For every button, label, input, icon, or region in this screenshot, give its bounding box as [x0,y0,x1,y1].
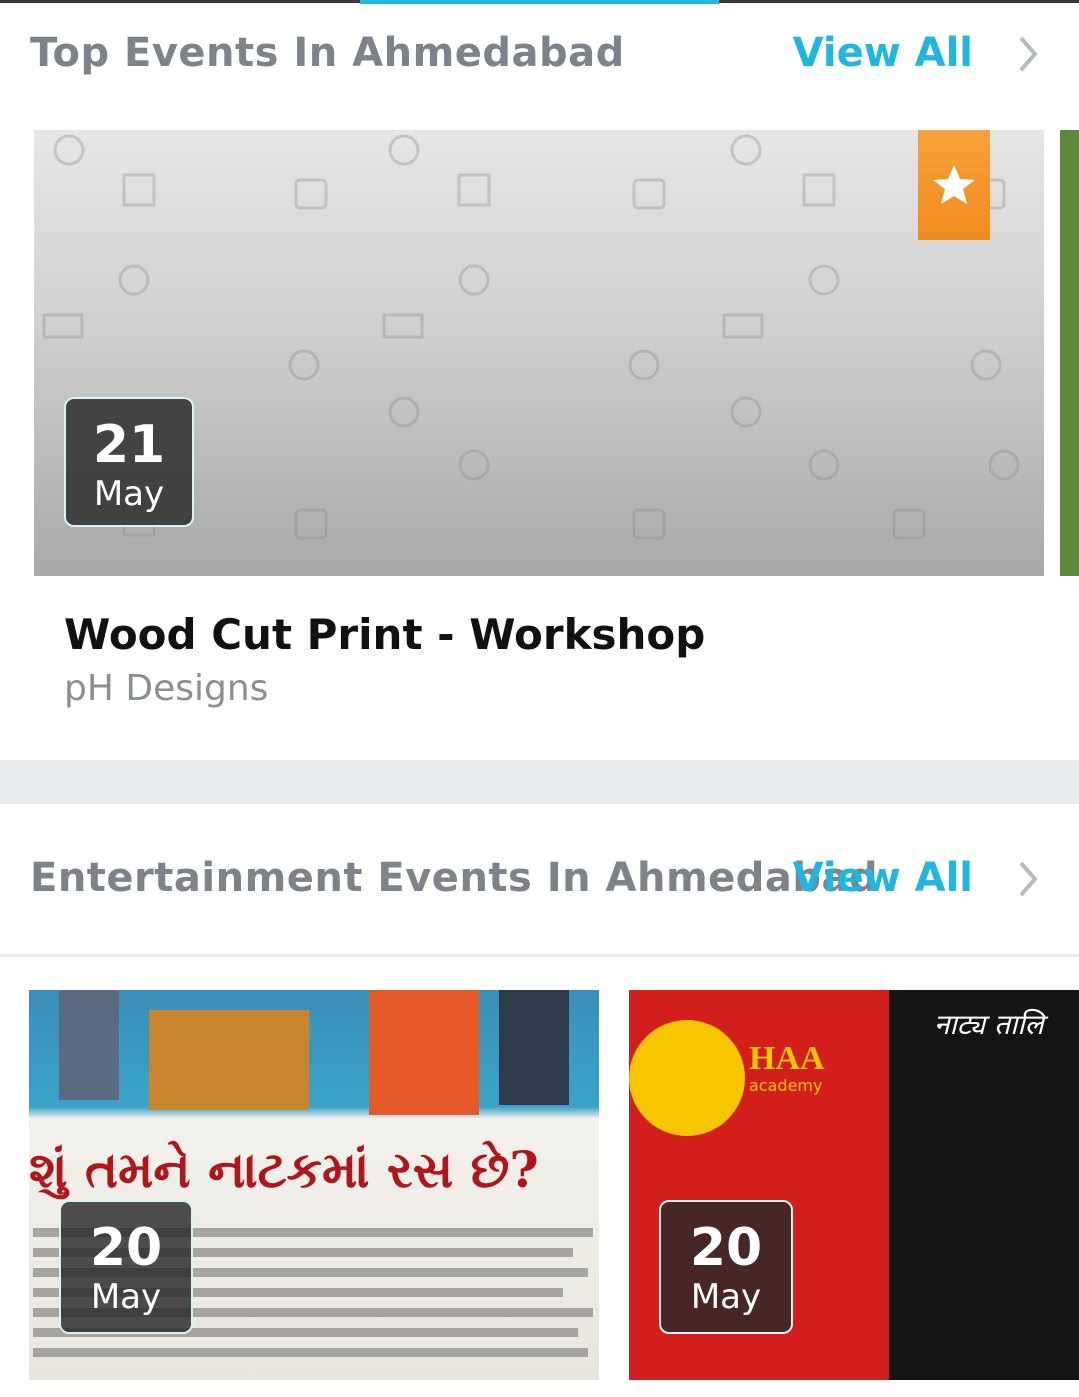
header-divider [0,954,1079,957]
figure-legs [499,990,569,1105]
entertainment-events-view-all-link[interactable]: View All [793,855,973,901]
entertainment-events-title: Entertainment Events In Ahmedabad [30,855,879,901]
date-month: May [90,1277,162,1317]
featured-event-title[interactable]: Wood Cut Print - Workshop [64,610,705,659]
featured-badge [918,130,990,240]
next-event-image-peek[interactable] [1060,130,1079,576]
date-day: 20 [689,1218,763,1278]
chevron-right-icon[interactable] [1015,859,1041,899]
poster-dark-panel [889,990,1079,1380]
poster-heading: नाट्य तालि [934,1008,1044,1041]
star-icon [933,165,975,204]
featured-event-organizer: pH Designs [64,668,269,709]
section-divider [0,760,1079,804]
figure-legs [59,990,119,1100]
top-events-view-all-link[interactable]: View All [793,30,973,76]
poster-logo-sub: academy [749,1076,823,1095]
date-day: 20 [89,1218,163,1278]
chevron-right-icon[interactable] [1015,34,1041,74]
poster-headline: શું તમને નાટકમાં રસ છે? [29,1140,539,1199]
entertainment-events-header: Entertainment Events In Ahmedabad View A… [0,825,1079,915]
saree-cloth [369,990,479,1115]
haa-logo [629,1020,745,1136]
date-month: May [93,474,165,514]
event-date-badge: 20 May [659,1200,793,1334]
top-events-header: Top Events In Ahmedabad View All [0,0,1079,90]
featured-date-badge: 21 May [64,397,194,527]
top-events-title: Top Events In Ahmedabad [30,30,625,76]
news-text-line [33,1348,588,1357]
date-month: May [690,1277,762,1317]
date-day: 21 [92,415,166,475]
poster-logo-text: HAA [749,1040,825,1077]
stage-box [149,1010,309,1110]
event-date-badge: 20 May [59,1200,193,1334]
